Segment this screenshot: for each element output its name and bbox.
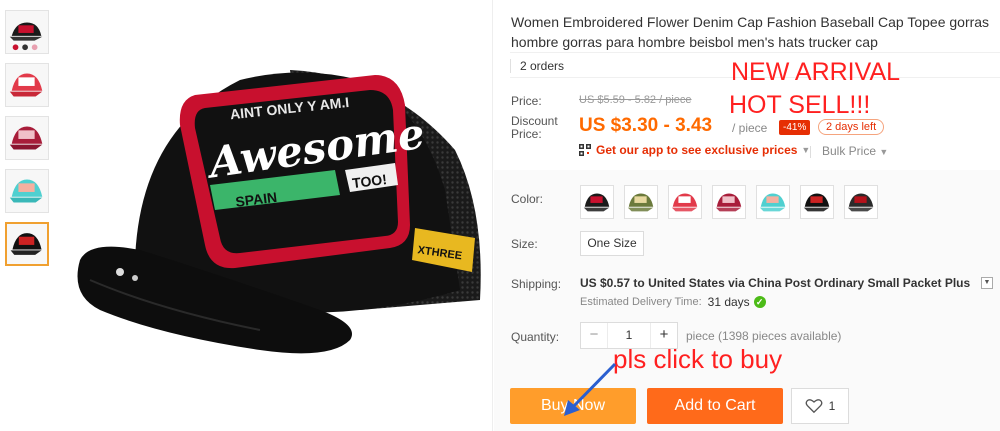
overlay-new-arrival: NEW ARRIVAL [731,58,901,86]
size-label: Size: [511,237,538,251]
thumbnail-2[interactable] [5,63,49,107]
orders-count: 2 orders [520,59,565,73]
add-to-cart-button[interactable]: Add to Cart [647,388,783,424]
original-price: US $5.59 - 5.82 / piece [579,94,692,106]
quantity-minus-button[interactable]: − [581,323,607,348]
color-swatch-7[interactable] [844,185,878,219]
days-left-badge: 2 days left [818,119,885,135]
app-promo-link[interactable]: Get our app to see exclusive prices ▼ [579,143,810,157]
app-promo-text: Get our app to see exclusive prices [596,143,798,157]
caret-down-icon: ▼ [801,145,811,155]
shipping-dropdown-icon[interactable]: ▼ [981,277,993,289]
color-swatch-4[interactable] [712,185,746,219]
wishlist-button[interactable]: 1 [791,388,849,424]
overlay-hot-sell: HOT SELL!!! [729,91,871,119]
discount-price-label: Discount Price: [511,114,558,141]
overlay-arrow-icon [564,362,617,416]
est-delivery-label: Estimated Delivery Time: [580,296,702,308]
est-delivery-days: 31 days [707,295,750,309]
size-option-button[interactable]: One Size [580,231,644,256]
color-swatch-3[interactable] [668,185,702,219]
check-icon: ✓ [753,296,766,308]
color-swatch-1[interactable] [580,185,614,219]
quantity-availability: piece (1398 pieces available) [686,329,842,343]
discount-badge: -41% [779,120,811,135]
heart-icon [805,399,823,414]
wishlist-count: 1 [828,399,836,413]
shipping-info: US $0.57 to United States via China Post… [580,276,970,290]
caret-down-icon: ▼ [879,147,889,157]
main-product-image: AINT ONLY Y AM.I Awesome SPAIN TOO! XTHR… [60,10,490,420]
orders-separator [510,59,511,73]
shipping-destination[interactable]: United States via China Post Ordinary Sm… [648,276,970,290]
thumbnail-3[interactable] [5,116,49,160]
color-label: Color: [511,192,544,206]
estimated-delivery: Estimated Delivery Time: 31 days ✓ [580,295,766,309]
vertical-divider [492,0,493,431]
shipping-to: to [633,276,645,290]
color-swatch-2[interactable] [624,185,658,219]
thumbnail-1[interactable] [5,10,49,54]
bulk-price-text: Bulk Price [822,144,877,158]
price-label: Price: [511,94,542,108]
color-swatch-6[interactable] [800,185,834,219]
discount-price: US $3.30 - 3.43 [579,115,713,136]
qr-code-icon [579,144,591,156]
color-swatch-5[interactable] [756,185,790,219]
per-piece-unit: / piece [732,121,768,135]
quantity-label: Quantity: [511,330,560,344]
shipping-cost: US $0.57 [580,276,631,290]
product-title: Women Embroidered Flower Denim Cap Fashi… [511,14,990,50]
bulk-price-link[interactable]: Bulk Price ▼ [822,144,888,158]
thumbnail-4[interactable] [5,169,49,213]
thumbnail-list [5,10,49,275]
bulk-separator [810,146,811,158]
thumbnail-5-selected[interactable] [5,222,49,266]
shipping-label: Shipping: [511,277,562,291]
overlay-pls-click: pls click to buy [613,344,783,374]
